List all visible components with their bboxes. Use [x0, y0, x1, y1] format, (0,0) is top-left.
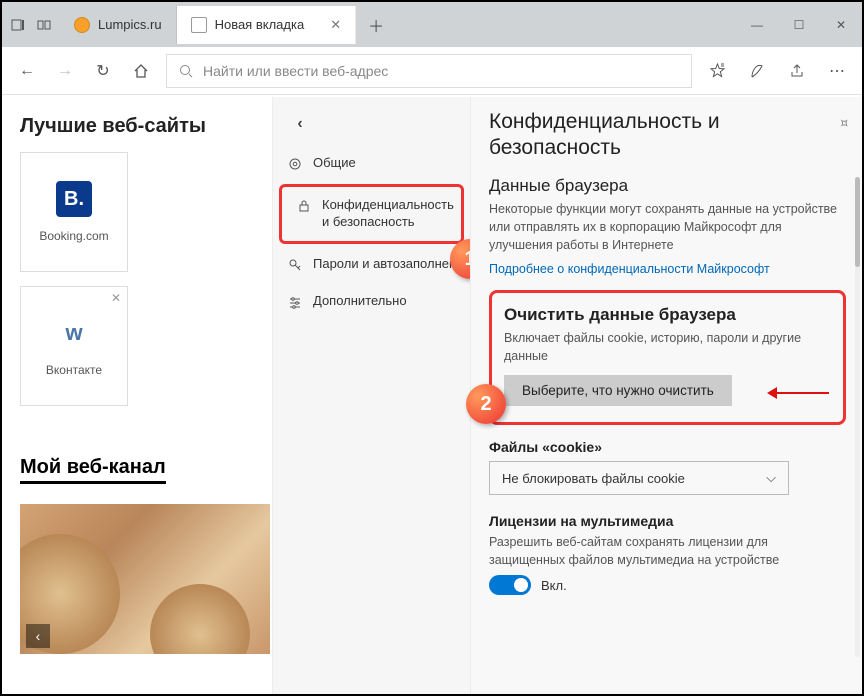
- tabs-aside-icon[interactable]: [8, 15, 28, 35]
- address-bar: ← → ↻ Найти или ввести веб-адрес ⋯: [2, 47, 862, 95]
- media-toggle[interactable]: Вкл.: [489, 575, 846, 595]
- more-icon[interactable]: ⋯: [818, 61, 856, 81]
- browser-data-desc: Некоторые функции могут сохранять данные…: [489, 200, 846, 254]
- key-icon: [287, 258, 303, 272]
- cookie-heading: Файлы «cookie»: [489, 439, 846, 455]
- chevron-left-icon[interactable]: ‹: [26, 624, 50, 648]
- tile-booking[interactable]: B. Booking.com: [20, 152, 128, 272]
- close-icon[interactable]: ✕: [330, 17, 341, 33]
- topsites-heading: Лучшие веб-сайты: [20, 115, 262, 138]
- toggle-switch-on[interactable]: [489, 575, 531, 595]
- back-icon[interactable]: ←: [8, 62, 46, 80]
- forward-icon[interactable]: →: [46, 62, 84, 80]
- window-controls: — ☐ ✕: [736, 7, 862, 43]
- favorites-icon[interactable]: [698, 61, 736, 81]
- tabs-preview-icon[interactable]: [34, 15, 54, 35]
- titlebar: Lumpics.ru Новая вкладка ✕ ＋ — ☐ ✕: [2, 2, 862, 47]
- nav-item-general[interactable]: Общие: [273, 145, 470, 182]
- annotation-bubble-2: 2: [466, 384, 506, 424]
- tile-label: Booking.com: [39, 229, 108, 243]
- feed-heading: Мой веб-канал: [20, 456, 166, 484]
- minimize-icon[interactable]: —: [736, 7, 778, 43]
- nav-label: Общие: [313, 155, 356, 172]
- chevron-down-icon: ⌵: [766, 470, 776, 486]
- address-input[interactable]: Найти или ввести веб-адрес: [166, 54, 692, 88]
- clear-desc: Включает файлы cookie, историю, пароли и…: [504, 329, 831, 365]
- close-icon[interactable]: ✕: [111, 291, 121, 305]
- dropdown-value: Не блокировать файлы cookie: [502, 471, 685, 486]
- scroll-thumb[interactable]: [855, 177, 860, 267]
- gear-icon: [287, 157, 303, 171]
- choose-what-to-clear-button[interactable]: Выберите, что нужно очистить: [504, 375, 732, 406]
- tab-label: Новая вкладка: [215, 17, 305, 32]
- new-tab-button[interactable]: ＋: [356, 13, 396, 37]
- lock-icon: [296, 199, 312, 213]
- media-heading: Лицензии на мультимедиа: [489, 513, 846, 529]
- tile-vk[interactable]: ✕ w Вконтакте: [20, 286, 128, 406]
- feed-image[interactable]: ‹: [20, 504, 270, 654]
- annotation-arrow: [769, 392, 829, 394]
- maximize-icon[interactable]: ☐: [778, 7, 820, 43]
- media-desc: Разрешить веб-сайтам сохранять лицензии …: [489, 533, 846, 569]
- refresh-icon[interactable]: ↻: [84, 61, 122, 81]
- tab-lumpics[interactable]: Lumpics.ru: [60, 6, 177, 44]
- sliders-icon: [287, 295, 303, 309]
- settings-nav: ‹ Общие Конфиденциальность и безопасност…: [272, 97, 470, 694]
- nav-item-privacy[interactable]: Конфиденциальность и безопасность: [279, 184, 464, 244]
- close-window-icon[interactable]: ✕: [820, 7, 862, 43]
- toggle-label: Вкл.: [541, 578, 567, 593]
- topsites-grid: B. Booking.com: [20, 152, 262, 272]
- share-icon[interactable]: [778, 61, 816, 81]
- tile-label: Вконтакте: [46, 363, 102, 377]
- favicon-orange-icon: [74, 17, 90, 33]
- clear-heading: Очистить данные браузера: [504, 305, 831, 325]
- scrollbar[interactable]: [855, 177, 860, 657]
- tab-new[interactable]: Новая вкладка ✕: [177, 6, 357, 44]
- address-placeholder: Найти или ввести веб-адрес: [203, 63, 388, 79]
- nav-item-passwords[interactable]: Пароли и автозаполнен: [273, 246, 470, 283]
- nav-label: Пароли и автозаполнен: [313, 256, 456, 273]
- nav-item-advanced[interactable]: Дополнительно: [273, 283, 470, 320]
- settings-back-button[interactable]: ‹: [283, 107, 317, 141]
- nav-label: Дополнительно: [313, 293, 407, 310]
- content: Лучшие веб-сайты B. Booking.com ✕ w Вкон…: [2, 97, 862, 694]
- booking-logo-icon: B.: [56, 181, 92, 217]
- notes-icon[interactable]: [738, 61, 776, 81]
- favicon-edge-icon: [191, 17, 207, 33]
- settings-panel: ✧ Конфиденциальность и безопасность Данн…: [470, 97, 862, 694]
- search-icon: [179, 64, 193, 78]
- cookie-dropdown[interactable]: Не блокировать файлы cookie ⌵: [489, 461, 789, 495]
- vk-logo-icon: w: [56, 315, 92, 351]
- clear-data-section: Очистить данные браузера Включает файлы …: [489, 290, 846, 425]
- tab-label: Lumpics.ru: [98, 17, 162, 32]
- tabset-controls: [2, 15, 60, 35]
- privacy-link[interactable]: Подробнее о конфиденциальности Майкрософ…: [489, 262, 770, 276]
- home-icon[interactable]: [122, 63, 160, 79]
- browser-data-heading: Данные браузера: [489, 176, 846, 196]
- newtab-page: Лучшие веб-сайты B. Booking.com ✕ w Вкон…: [2, 97, 272, 694]
- panel-title: Конфиденциальность и безопасность: [489, 109, 846, 162]
- nav-label: Конфиденциальность и безопасность: [322, 197, 454, 231]
